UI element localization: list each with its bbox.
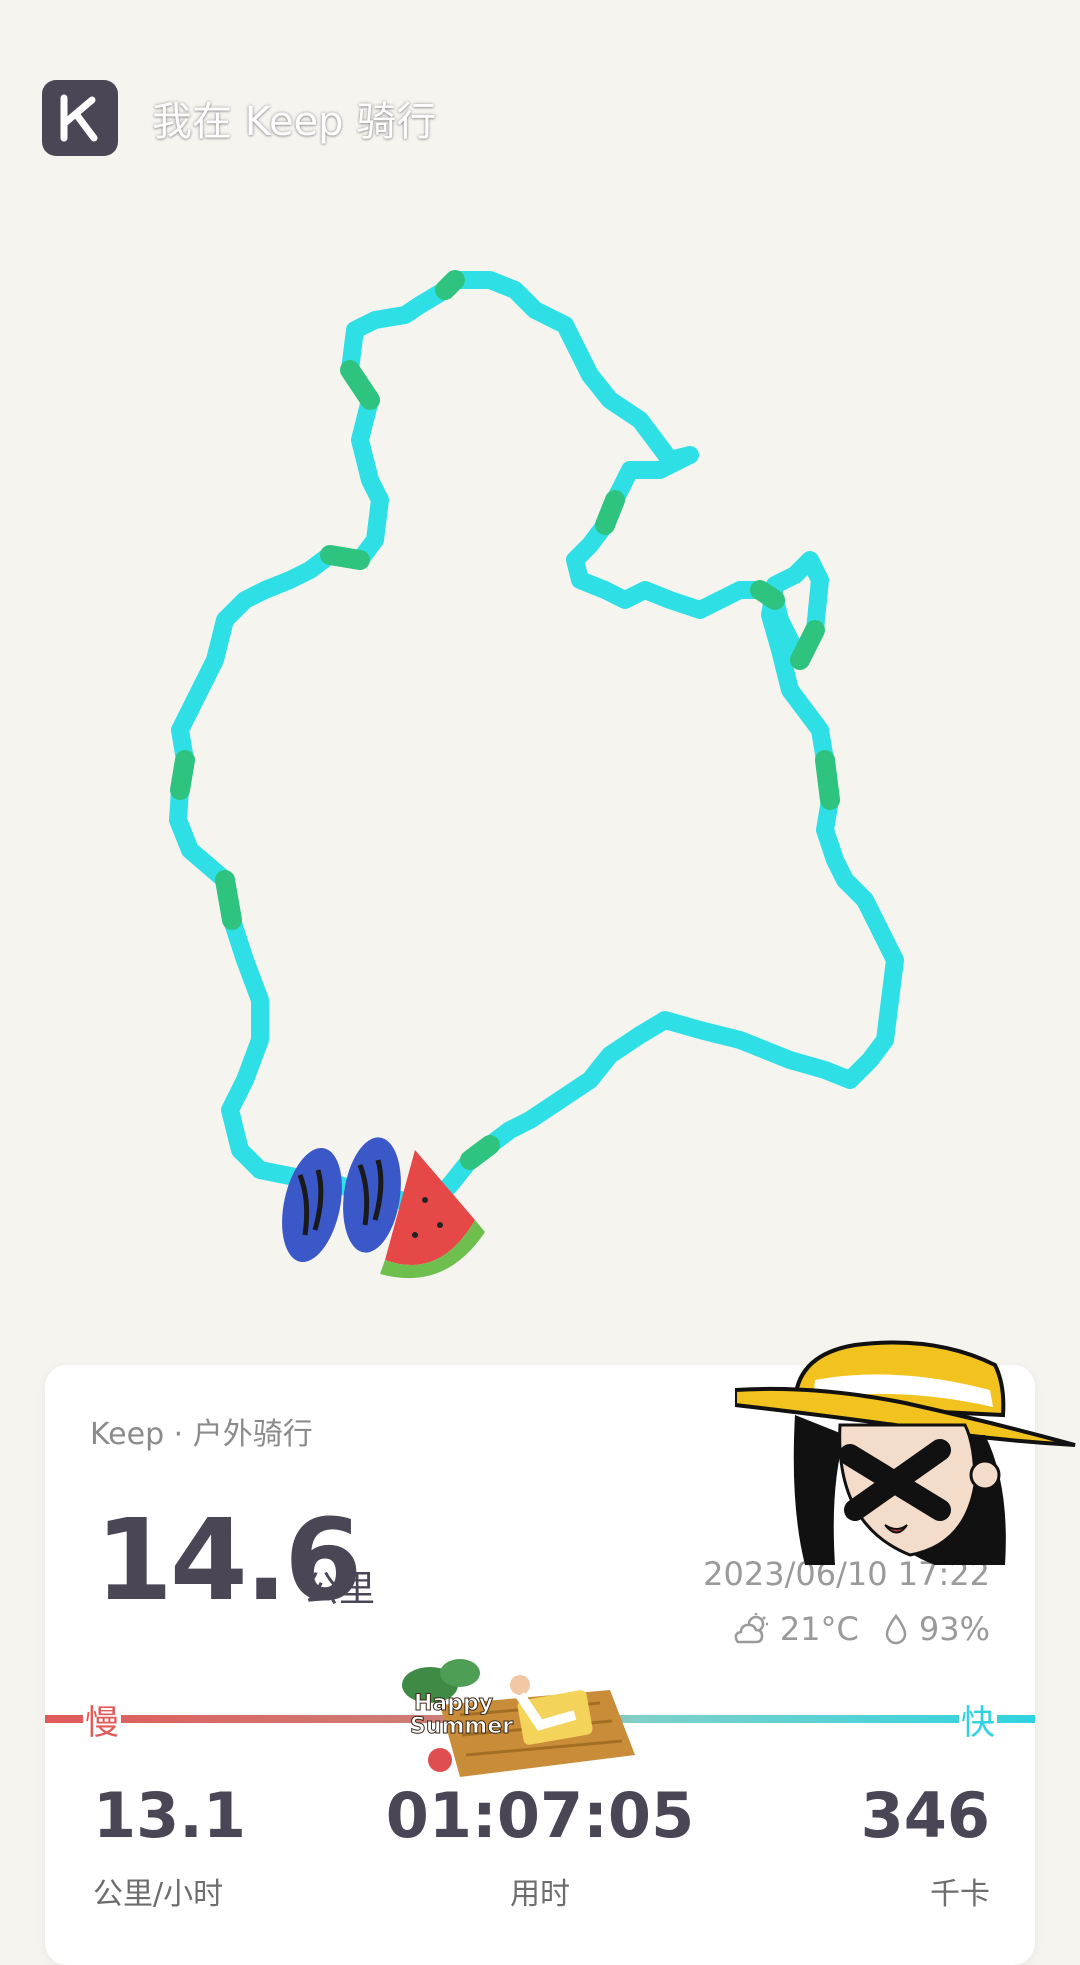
stat-calories: 346 千卡 [861, 1785, 990, 1913]
header-title: 我在 Keep 骑行 [152, 99, 437, 145]
partly-cloudy-icon [734, 1613, 768, 1644]
cycling-route-accent [170, 270, 840, 1170]
temperature: 21°C [779, 1610, 859, 1648]
stat-calories-value: 346 [860, 1779, 990, 1852]
svg-text:Summer: Summer [410, 1714, 513, 1739]
slow-label: 慢 [83, 1695, 121, 1744]
fast-label: 快 [959, 1695, 997, 1744]
happy-summer-sticker: Happy Summer [402, 1659, 635, 1777]
svg-text:Happy: Happy [414, 1691, 493, 1716]
keep-logo-icon [42, 80, 118, 156]
weather-info: 21°C 93% [730, 1610, 990, 1648]
activity-source: Keep · 户外骑行 [90, 1417, 313, 1452]
droplet-icon [885, 1613, 907, 1645]
sticker-text-summer: Summer [410, 1714, 513, 1739]
flip-flops-sticker [282, 1137, 401, 1263]
distance-unit: 公里 [303, 1569, 376, 1610]
avatar-sticker [735, 1340, 1076, 1565]
humidity: 93% [918, 1610, 990, 1648]
sticker-text-happy: Happy [414, 1691, 493, 1716]
cycling-route [169, 271, 904, 1214]
stat-calories-label: 千卡 [930, 1877, 990, 1912]
app-header: 我在 Keep 骑行 [42, 80, 436, 156]
